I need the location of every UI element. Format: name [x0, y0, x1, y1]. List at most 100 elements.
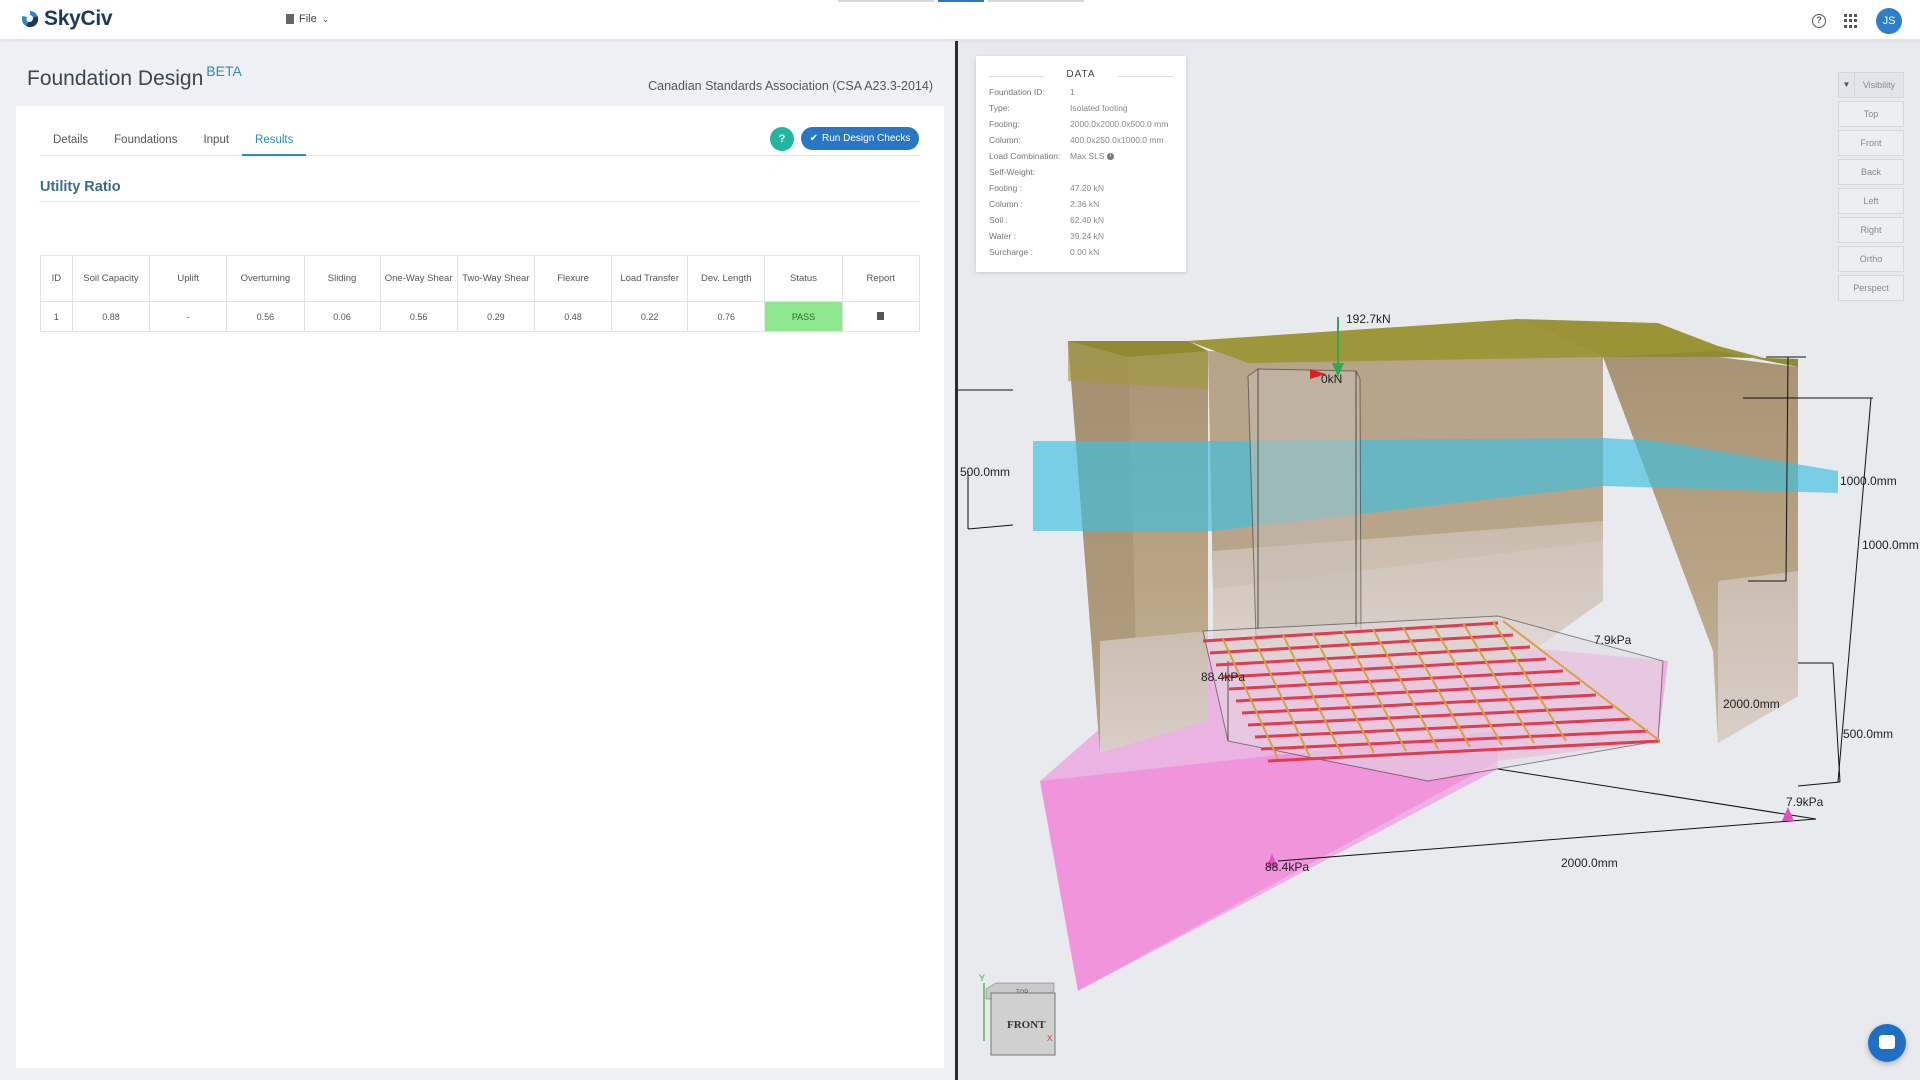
cell-dev-length: 0.76 [687, 301, 766, 332]
column-header: ID [40, 255, 73, 302]
cell-id: 1 [40, 301, 73, 332]
data-row: Column : 2.36 kN [989, 196, 1179, 212]
tab-details[interactable]: Details [40, 132, 101, 156]
page-title: Foundation Design BETA [27, 63, 242, 91]
data-row: Self-Weight: [989, 164, 1179, 180]
cell-sliding: 0.06 [303, 301, 381, 332]
cell-uplift: - [149, 301, 228, 332]
column [1247, 368, 1362, 637]
soil-right-lower [1718, 571, 1798, 743]
chat-icon [1879, 1035, 1895, 1049]
data-key: Surcharge : [989, 247, 1033, 257]
skyciv-logo[interactable]: SkyCiv [20, 7, 113, 31]
axis-y-label: Y [979, 973, 985, 983]
view-left-button[interactable]: Left [1838, 188, 1904, 214]
dim-width-1: 2000.0mm [1723, 697, 1780, 711]
cell-load-transfer: 0.22 [611, 301, 689, 332]
data-value: 2.36 kN [1070, 199, 1100, 209]
data-key: Foundation ID: [989, 87, 1045, 97]
data-row: Soil : 62.40 kN [989, 212, 1179, 228]
data-value: Max SLS i [1070, 148, 1114, 164]
table-header-row: ID Soil Capacity Uplift Overturning Slid… [40, 255, 921, 302]
data-key: Footing: [989, 119, 1020, 129]
tab-results[interactable]: Results [242, 132, 307, 156]
data-row: Surcharge : 0.00 kN [989, 244, 1179, 260]
data-row: Load Combination: Max SLS i [989, 148, 1179, 164]
dim-right-2: 1000.0mm [1862, 538, 1919, 552]
column-header: Flexure [533, 255, 613, 302]
view-back-button[interactable]: Back [1838, 159, 1904, 185]
axis-x-label: X [1047, 1034, 1053, 1043]
moment-label: 0kN [1321, 372, 1342, 386]
dim-width-2: 2000.0mm [1561, 856, 1618, 870]
section-divider [40, 201, 920, 202]
view-ortho-button[interactable]: Ortho [1838, 246, 1904, 272]
column-header: Dev. Length [687, 255, 766, 302]
file-menu[interactable]: File ⌄ [286, 13, 329, 25]
help-button[interactable]: ? [770, 127, 794, 151]
data-value: 47.20 kN [1070, 183, 1105, 193]
top-progress-tabs [838, 0, 1084, 2]
top-tab-indicator[interactable] [988, 0, 1084, 2]
view-cube[interactable]: Y TOP FRONT X [979, 973, 1056, 1056]
data-row: Foundation ID: 1 [989, 84, 1179, 100]
pressure-max-label-2: 88.4kPa [1265, 860, 1309, 874]
top-right-actions: ? JS [1812, 8, 1902, 34]
view-controls: ▼ Visibility Top Front Back Left Right O… [1838, 72, 1904, 304]
results-card: Details Foundations Input Results ? ✔ Ru… [16, 106, 944, 1068]
table-row[interactable]: 1 0.88 - 0.56 0.06 0.56 0.29 0.48 0.22 0… [40, 301, 921, 332]
data-value: 1 [1070, 87, 1075, 97]
left-pane: Foundation Design BETA Canadian Standards… [0, 41, 955, 1080]
cell-overturning: 0.56 [226, 301, 305, 332]
avatar[interactable]: JS [1876, 8, 1902, 34]
cell-one-way-shear: 0.56 [379, 301, 458, 332]
data-value: 400.0x250.0x1000.0 mm [1070, 135, 1164, 145]
cell-two-way-shear: 0.29 [456, 301, 535, 332]
view-top-button[interactable]: Top [1838, 101, 1904, 127]
report-document-icon[interactable] [877, 311, 885, 320]
design-standard: Canadian Standards Association (CSA A23.… [648, 79, 933, 93]
3d-viewport[interactable]: 192.7kN 0kN 500.0mm 1000.0mm 1000.0mm 50… [958, 41, 1920, 1080]
tab-input[interactable]: Input [190, 132, 242, 156]
filter-icon: ▼ [1839, 73, 1855, 97]
view-perspective-button[interactable]: Perspect [1838, 275, 1904, 301]
chevron-down-icon: ⌄ [321, 13, 330, 24]
data-key: Type: [989, 103, 1010, 113]
data-title-rule [1118, 76, 1173, 77]
view-front-button[interactable]: Front [1838, 130, 1904, 156]
help-icon[interactable]: ? [1812, 14, 1826, 28]
dim-water-left: 500.0mm [960, 465, 1010, 479]
data-value: Isolated footing [1070, 103, 1128, 113]
run-design-checks-button[interactable]: ✔ Run Design Checks [801, 127, 919, 150]
status-badge: PASS [764, 301, 843, 332]
info-icon[interactable]: i [1106, 153, 1114, 161]
column-header: Uplift [149, 255, 228, 302]
data-row: Water : 39.24 kN [989, 228, 1179, 244]
data-rows: Foundation ID: 1 Type: Isolated footing Fo… [989, 84, 1179, 260]
beta-badge: BETA [206, 63, 242, 79]
top-tab-indicator-active[interactable] [938, 0, 984, 2]
tab-foundations[interactable]: Foundations [101, 132, 190, 156]
data-row: Type: Isolated footing [989, 100, 1179, 116]
visibility-button[interactable]: ▼ Visibility [1838, 72, 1904, 98]
apps-grid-icon[interactable] [1844, 14, 1858, 28]
top-tab-indicator[interactable] [838, 0, 934, 2]
data-title-rule [989, 76, 1044, 77]
data-value: 62.40 kN [1070, 215, 1105, 225]
data-key: Water : [989, 231, 1017, 241]
visibility-label: Visibility [1862, 80, 1896, 90]
load-combination-value: Max SLS [1070, 151, 1105, 161]
chat-support-button[interactable] [1868, 1024, 1906, 1062]
data-value: 2000.0x2000.0x500.0 mm [1070, 119, 1169, 129]
data-key: Soil : [989, 215, 1008, 225]
logo-icon [21, 10, 39, 28]
pressure-max-label-1: 88.4kPa [1201, 670, 1245, 684]
data-key: Self-Weight: [989, 167, 1036, 177]
file-menu-label: File [299, 13, 317, 25]
check-icon: ✔ [809, 133, 818, 144]
section-title: Utility Ratio [40, 179, 121, 195]
view-right-button[interactable]: Right [1838, 217, 1904, 243]
data-panel-title: DATA [1066, 69, 1096, 80]
dim-footing-depth: 500.0mm [1843, 727, 1893, 741]
data-row: Footing: 2000.0x2000.0x500.0 mm [989, 116, 1179, 132]
